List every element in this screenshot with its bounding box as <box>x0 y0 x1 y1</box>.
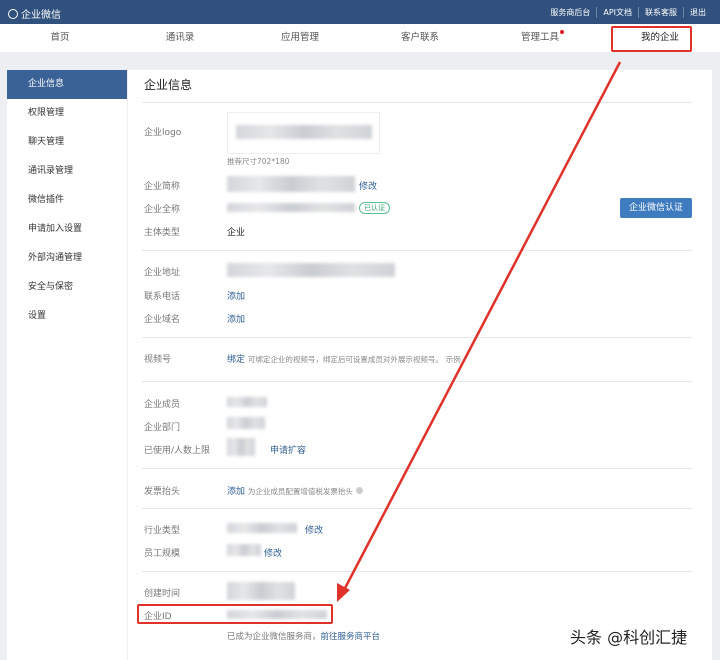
watermark: 头条 @科创汇捷 <box>570 628 688 647</box>
annotation-arrow-icon <box>337 61 622 602</box>
